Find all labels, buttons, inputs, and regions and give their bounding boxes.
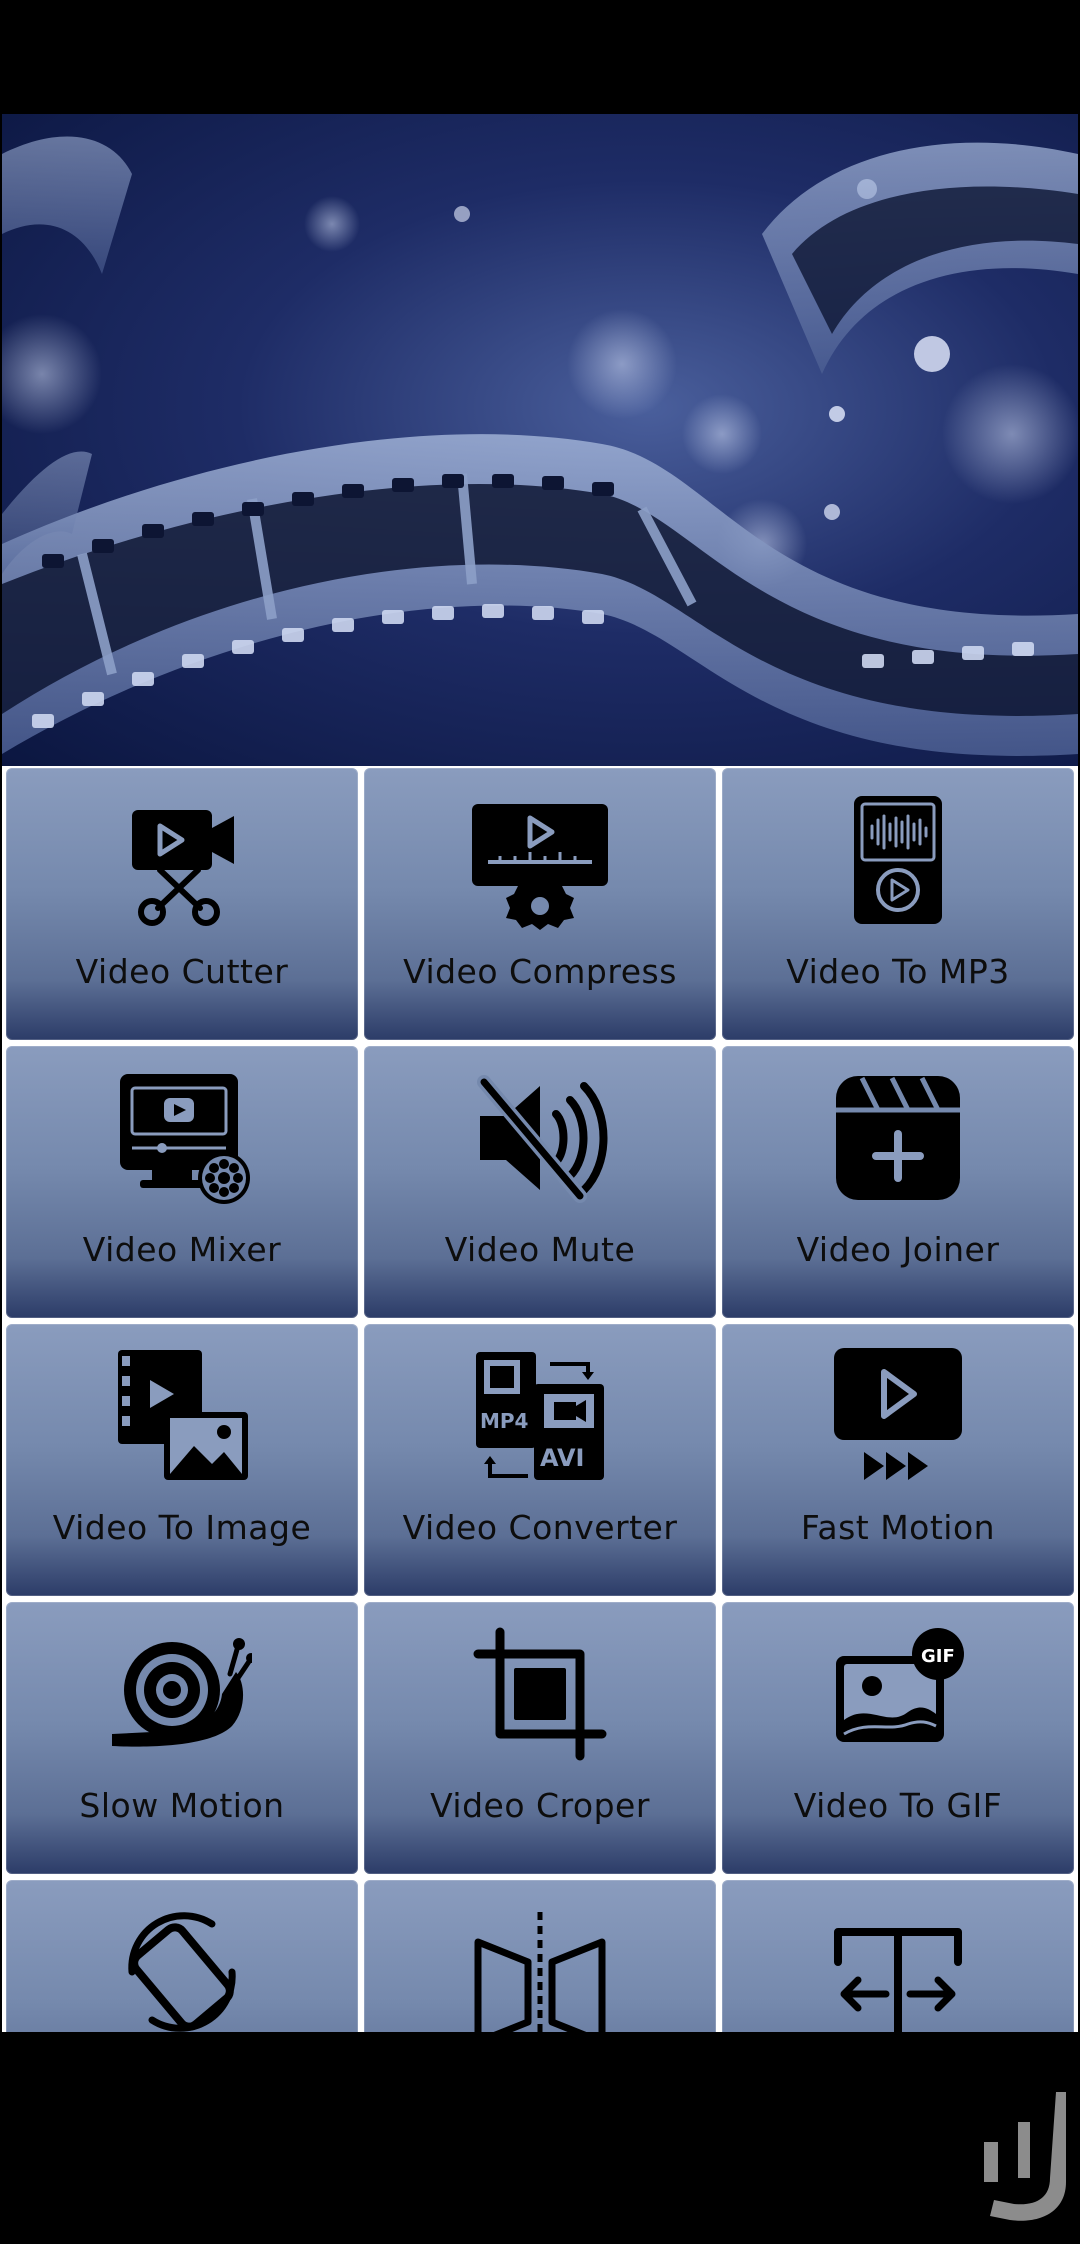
store-watermark-icon	[970, 2082, 1080, 2232]
navigation-bar-area	[0, 2032, 1080, 2244]
status-bar-area	[0, 0, 1080, 114]
converter-avi-text: AVI	[540, 1444, 584, 1472]
gif-badge-text: GIF	[921, 1646, 955, 1667]
video-crop-icon	[470, 1624, 610, 1764]
tool-label: Video Joiner	[796, 1230, 1000, 1269]
video-to-gif-icon: GIF	[828, 1624, 968, 1764]
split-resize-icon	[828, 1902, 968, 2032]
rotate-phone-icon	[112, 1902, 252, 2032]
tool-video-compress[interactable]: Video Compress	[364, 768, 716, 1040]
video-converter-icon: MP4 AVI	[470, 1346, 610, 1486]
tool-label: Fast Motion	[800, 1508, 996, 1547]
video-mixer-icon	[112, 1068, 252, 1208]
tool-label: Video To MP3	[786, 952, 1010, 991]
tool-label: Video To GIF	[793, 1786, 1003, 1825]
tool-video-converter[interactable]: MP4 AVI Video Converter	[364, 1324, 716, 1596]
tool-video-to-mp3[interactable]: Video To MP3	[722, 768, 1074, 1040]
tool-label: Video To Image	[52, 1508, 312, 1547]
tool-video-to-image[interactable]: Video To Image	[6, 1324, 358, 1596]
tool-video-croper[interactable]: Video Croper	[364, 1602, 716, 1874]
tool-label: Slow Motion	[79, 1786, 285, 1825]
video-to-image-icon	[112, 1346, 252, 1486]
video-mute-icon	[470, 1068, 610, 1208]
tool-rotate[interactable]	[6, 1880, 358, 2032]
tool-mirror[interactable]	[364, 1880, 716, 2032]
app-screen: Video Cutter Video Compress Video To MP3…	[2, 114, 1078, 2032]
video-compress-icon	[470, 790, 610, 930]
tool-label: Video Converter	[402, 1508, 678, 1547]
tool-label: Video Mute	[444, 1230, 636, 1269]
tool-label: Video Croper	[430, 1786, 650, 1825]
header-banner	[2, 114, 1078, 766]
slow-motion-icon	[112, 1624, 256, 1764]
fast-motion-icon	[828, 1346, 968, 1486]
tool-video-to-gif[interactable]: GIF Video To GIF	[722, 1602, 1074, 1874]
film-strip-bokeh-image	[2, 136, 1078, 756]
tool-fast-motion[interactable]: Fast Motion	[722, 1324, 1074, 1596]
tool-video-mute[interactable]: Video Mute	[364, 1046, 716, 1318]
tool-split[interactable]	[722, 1880, 1074, 2032]
video-to-mp3-icon	[828, 790, 968, 930]
tool-video-mixer[interactable]: Video Mixer	[6, 1046, 358, 1318]
tool-label: Video Cutter	[75, 952, 289, 991]
tool-video-cutter[interactable]: Video Cutter	[6, 768, 358, 1040]
mirror-flip-icon	[470, 1902, 610, 2032]
tool-video-joiner[interactable]: Video Joiner	[722, 1046, 1074, 1318]
tool-label: Video Mixer	[82, 1230, 282, 1269]
video-joiner-icon	[828, 1068, 968, 1208]
tool-label: Video Compress	[403, 952, 677, 991]
converter-mp4-text: MP4	[480, 1409, 528, 1433]
tool-slow-motion[interactable]: Slow Motion	[6, 1602, 358, 1874]
video-cutter-icon	[112, 790, 252, 930]
